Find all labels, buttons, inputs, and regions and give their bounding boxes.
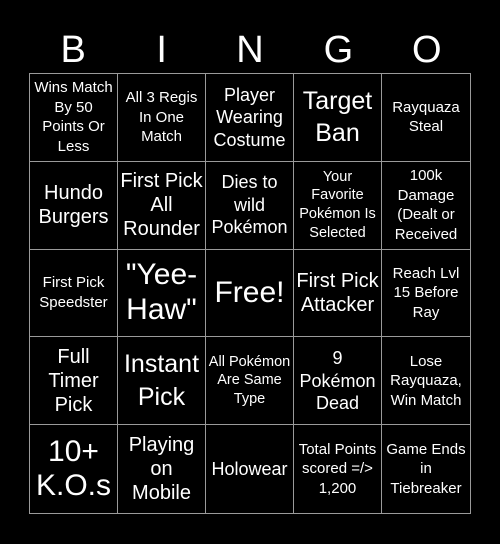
bingo-cell[interactable]: First Pick All Rounder (118, 161, 206, 250)
header-letter-i: I (156, 29, 167, 71)
bingo-cell[interactable]: Wins Match By 50 Points Or Less (30, 74, 118, 162)
bingo-cell[interactable]: Reach Lvl 15 Before Ray (382, 250, 470, 338)
bingo-board: Wins Match By 50 Points Or Less All 3 Re… (29, 73, 471, 514)
bingo-cell[interactable]: Instant Pick (118, 337, 206, 426)
bingo-cell[interactable]: Dies to wild Pokémon (206, 161, 294, 250)
bingo-cell[interactable]: Rayquaza Steal (382, 74, 470, 162)
bingo-cell[interactable]: Your Favorite Pokémon Is Selected (294, 161, 382, 250)
header-letter-b: B (60, 29, 86, 71)
bingo-cell[interactable]: 100k Damage (Dealt or Received (382, 162, 470, 250)
header-letter-o: O (412, 29, 442, 71)
bingo-cell[interactable]: Total Points scored =/> 1,200 (294, 425, 382, 513)
bingo-cell[interactable]: Player Wearing Costume (206, 74, 294, 162)
bingo-cell[interactable]: Full Timer Pick (30, 337, 118, 426)
bingo-cell[interactable]: Hundo Burgers (30, 161, 118, 250)
bingo-cell[interactable]: 9 Pokémon Dead (294, 337, 382, 426)
bingo-free-space[interactable]: Free! (206, 249, 294, 338)
header-letter-n: N (236, 29, 264, 71)
bingo-cell[interactable]: Game Ends in Tiebreaker (382, 425, 470, 513)
bingo-cell[interactable]: First Pick Speedster (30, 249, 118, 338)
bingo-cell[interactable]: All Pokémon Are Same Type (206, 337, 294, 426)
bingo-cell[interactable]: 10+ K.O.s (30, 425, 118, 513)
bingo-cell[interactable]: Target Ban (294, 74, 382, 162)
bingo-header: B I N G O (29, 28, 471, 72)
bingo-cell[interactable]: Holowear (206, 425, 294, 513)
bingo-cell[interactable]: Lose Rayquaza, Win Match (382, 337, 470, 426)
header-letter-g: G (323, 29, 354, 71)
bingo-cell[interactable]: All 3 Regis In One Match (118, 74, 206, 162)
bingo-cell[interactable]: Playing on Mobile (118, 425, 206, 513)
bingo-cell[interactable]: "Yee-Haw" (118, 249, 206, 338)
bingo-cell[interactable]: First Pick Attacker (294, 249, 382, 338)
